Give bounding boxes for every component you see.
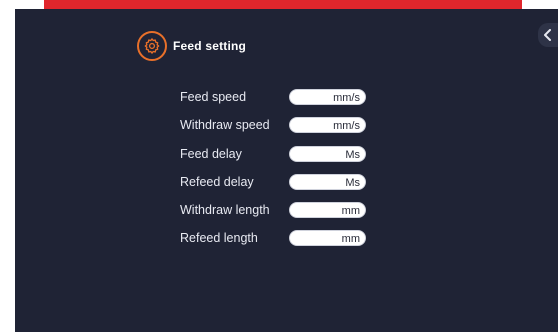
page-header: Feed setting: [137, 31, 246, 61]
refeed-delay-input[interactable]: Ms: [289, 174, 366, 190]
setting-label: Withdraw length: [180, 203, 270, 217]
setting-row-refeed-length: Refeed length mm: [180, 230, 370, 248]
unit-label: Ms: [345, 177, 360, 189]
setting-label: Withdraw speed: [180, 118, 270, 132]
photo-frame: Feed setting Feed speed mm/s Withdraw sp…: [0, 0, 558, 332]
page-title: Feed setting: [173, 39, 247, 53]
feed-delay-input[interactable]: Ms: [289, 146, 366, 162]
unit-label: mm: [341, 233, 360, 245]
setting-label: Feed delay: [180, 147, 242, 161]
unit-label: mm: [341, 205, 360, 217]
top-red-bar: [44, 0, 522, 9]
setting-row-feed-speed: Feed speed mm/s: [180, 89, 370, 107]
setting-label: Refeed delay: [180, 175, 254, 189]
setting-row-withdraw-speed: Withdraw speed mm/s: [180, 117, 370, 135]
setting-row-withdraw-length: Withdraw length mm: [180, 202, 370, 220]
unit-label: Ms: [345, 149, 360, 161]
refeed-length-input[interactable]: mm: [289, 230, 366, 246]
feed-speed-input[interactable]: mm/s: [289, 89, 366, 105]
withdraw-length-input[interactable]: mm: [289, 202, 366, 218]
setting-row-refeed-delay: Refeed delay Ms: [180, 174, 370, 192]
setting-row-feed-delay: Feed delay Ms: [180, 146, 370, 164]
unit-label: mm/s: [333, 120, 360, 132]
withdraw-speed-input[interactable]: mm/s: [289, 117, 366, 133]
device-screen: Feed setting Feed speed mm/s Withdraw sp…: [15, 9, 558, 332]
unit-label: mm/s: [333, 92, 360, 104]
chevron-left-icon: [544, 29, 551, 41]
gear-icon: [137, 31, 167, 61]
setting-label: Refeed length: [180, 231, 258, 245]
back-button[interactable]: [538, 23, 558, 47]
setting-label: Feed speed: [180, 90, 247, 104]
